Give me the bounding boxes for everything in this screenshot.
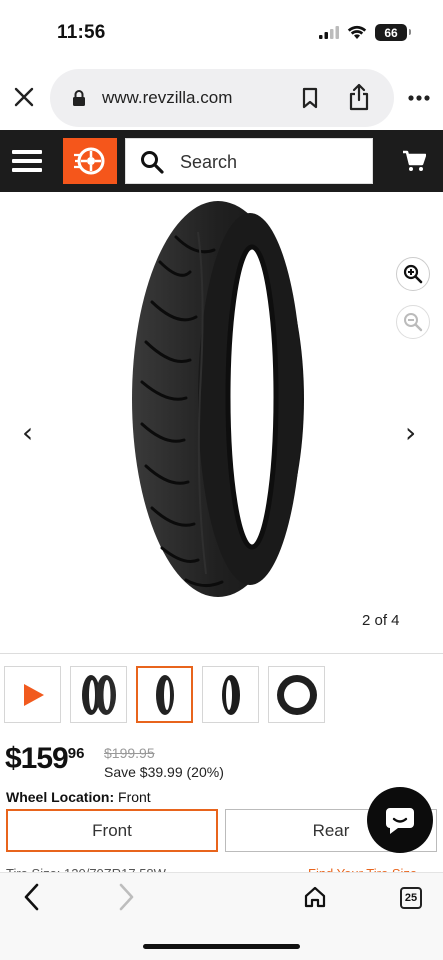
more-icon[interactable] (408, 95, 430, 101)
tire-product-image (132, 201, 304, 597)
tire-front-thumbnail-icon (155, 674, 174, 715)
wheel-location-heading: Wheel Location: (6, 789, 115, 805)
tire-flat-thumbnail-icon (276, 674, 317, 715)
next-image-arrow-icon[interactable]: › (405, 416, 416, 449)
wheel-location-label: Wheel Location: Front (6, 789, 151, 805)
bookmark-icon[interactable] (302, 87, 318, 109)
browser-url-row: www.revzilla.com (0, 66, 443, 128)
back-icon[interactable] (22, 881, 42, 913)
close-icon[interactable] (12, 85, 36, 109)
zoom-out-icon (404, 313, 423, 332)
share-icon[interactable] (348, 83, 370, 111)
site-header: Search (0, 130, 443, 192)
logo-wheel-icon (74, 147, 105, 175)
tab-count: 25 (404, 892, 418, 904)
zoom-out-button[interactable] (396, 305, 430, 339)
thumbnail-image-2[interactable] (136, 666, 193, 723)
menu-icon[interactable] (12, 150, 42, 172)
battery-level: 66 (384, 25, 398, 40)
thumbnail-strip (4, 666, 325, 723)
product-image-gallery[interactable]: ‹ › 2 of 4 (0, 192, 443, 652)
savings-text: Save $39.99 (20%) (104, 764, 224, 780)
image-counter: 2 of 4 (362, 612, 400, 629)
chat-button[interactable] (367, 787, 433, 853)
home-icon[interactable] (303, 885, 327, 909)
current-price: $15996 (5, 742, 84, 776)
wheel-location-value: Front (118, 789, 151, 805)
play-icon (23, 683, 44, 706)
divider (0, 653, 443, 654)
forward-icon[interactable] (116, 881, 136, 913)
wifi-icon (347, 25, 367, 39)
tabs-button[interactable]: 25 (400, 887, 422, 909)
signal-icon (319, 26, 339, 39)
thumbnail-video[interactable] (4, 666, 61, 723)
address-bar[interactable]: www.revzilla.com (50, 69, 394, 127)
tire-pair-thumbnail-icon (81, 674, 116, 715)
home-indicator (143, 944, 300, 949)
battery-indicator: 66 (375, 24, 411, 41)
lock-icon (73, 90, 85, 106)
thumbnail-image-3[interactable] (202, 666, 259, 723)
status-bar: 11:56 66 (0, 0, 443, 62)
url-text: www.revzilla.com (102, 88, 233, 107)
option-front-button[interactable]: Front (6, 809, 218, 852)
search-placeholder: Search (180, 152, 238, 172)
zoom-in-icon (403, 264, 423, 284)
status-icons: 66 (319, 24, 411, 41)
thumbnail-image-4[interactable] (268, 666, 325, 723)
search-icon (141, 151, 164, 174)
cart-icon[interactable] (402, 150, 426, 172)
original-price: $199.95 (104, 745, 155, 761)
thumbnail-image-1[interactable] (70, 666, 127, 723)
tire-side-thumbnail-icon (221, 674, 240, 715)
chat-icon (386, 808, 414, 834)
revzilla-logo[interactable] (63, 138, 117, 184)
zoom-in-button[interactable] (396, 257, 430, 291)
previous-image-arrow-icon[interactable]: ‹ (22, 416, 33, 449)
price-cents: 96 (67, 745, 85, 762)
price-dollars: $159 (5, 742, 69, 775)
status-time: 11:56 (57, 22, 106, 43)
search-input[interactable]: Search (125, 138, 373, 184)
